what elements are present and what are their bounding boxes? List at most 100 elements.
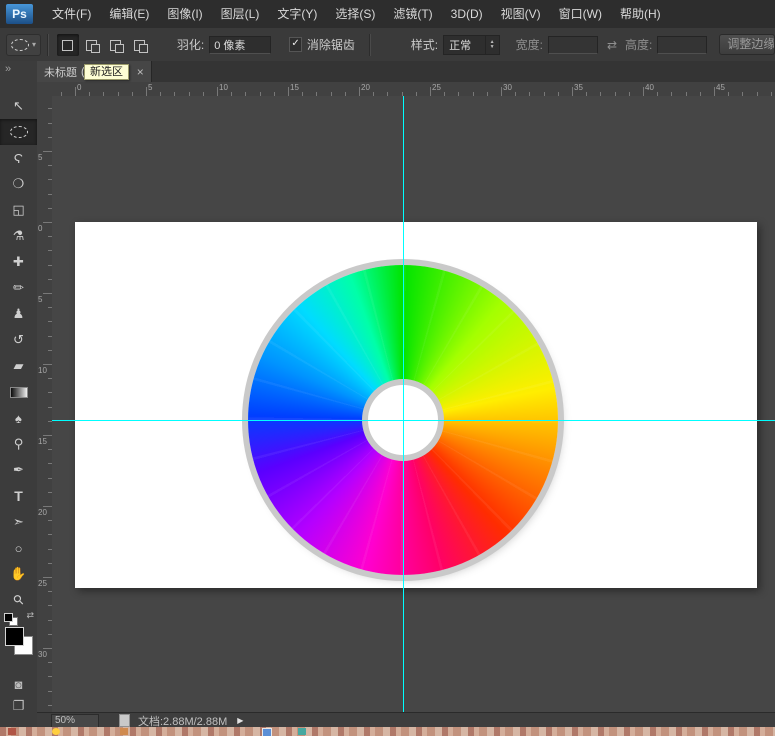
menu-item-4[interactable]: 图层(L) — [212, 0, 269, 28]
default-colors-icon[interactable] — [4, 613, 18, 625]
canvas-viewport[interactable] — [52, 96, 775, 712]
ruler-tick — [43, 506, 52, 507]
intersect-with-selection-button[interactable] — [129, 34, 151, 56]
zoom-level-field[interactable]: 50% — [51, 714, 99, 728]
document-tab-bar: 未标题 (RGB/8) * × 新选区 — [37, 61, 775, 83]
gradient-tool[interactable] — [0, 379, 37, 405]
document-status-icon — [119, 714, 130, 727]
style-dropdown[interactable]: 正常 ▲▼ — [443, 35, 500, 55]
screen-mode-button[interactable]: ❐ — [0, 695, 37, 717]
ruler-label: 30 — [503, 83, 512, 92]
menu-item-9[interactable]: 视图(V) — [492, 0, 550, 28]
ruler-tick — [714, 87, 715, 96]
hand-tool-icon: ✋ — [10, 566, 26, 582]
feather-input[interactable] — [209, 36, 271, 54]
taskbar-icon — [120, 728, 128, 735]
spinner-arrows-icon[interactable]: ▲▼ — [485, 36, 499, 54]
quick-mask-button[interactable]: ◙ — [0, 673, 37, 695]
ruler-tick — [43, 151, 52, 152]
menu-item-11[interactable]: 帮助(H) — [611, 0, 670, 28]
brush-tool[interactable]: ✏ — [0, 275, 37, 301]
quick-selection-tool[interactable]: ❍ — [0, 171, 37, 197]
intersect-with-selection-icon — [139, 44, 148, 53]
blur-tool[interactable]: ♠ — [0, 405, 37, 431]
ruler-label: 35 — [574, 83, 583, 92]
ruler-label: 0 — [77, 83, 81, 92]
subtract-from-selection-button[interactable] — [105, 34, 127, 56]
path-selection-tool[interactable]: ➣ — [0, 509, 37, 535]
ruler-label: 25 — [432, 83, 441, 92]
elliptical-marquee-tool[interactable] — [0, 119, 37, 145]
menu-item-8[interactable]: 3D(D) — [442, 0, 492, 28]
ruler-tick — [572, 87, 573, 96]
ruler-tick — [359, 87, 360, 96]
elliptical-marquee-icon — [11, 39, 29, 51]
antialias-checkbox[interactable]: ✓ — [289, 37, 302, 52]
type-tool[interactable]: T — [0, 483, 37, 509]
dodge-tool[interactable]: ⚲ — [0, 431, 37, 457]
menu-item-7[interactable]: 滤镜(T) — [384, 0, 441, 28]
refine-edge-button: 调整边缘 — [719, 34, 775, 55]
width-label: 宽度: — [516, 36, 543, 53]
ruler-corner — [37, 82, 53, 97]
tool-preset-picker[interactable]: ▾ — [6, 34, 41, 56]
brush-tool-icon: ✏ — [13, 280, 24, 296]
taskbar-icon — [298, 728, 306, 735]
ruler-tick — [430, 87, 431, 96]
ellipse-shape-tool[interactable]: ○ — [0, 535, 37, 561]
clone-stamp-tool-icon: ♟ — [13, 306, 25, 322]
healing-brush-tool-icon: ✚ — [13, 254, 24, 270]
close-icon[interactable]: × — [137, 65, 144, 79]
ruler-tick — [75, 87, 76, 96]
ruler-label: 5 — [38, 295, 42, 304]
subtract-from-selection-icon — [115, 44, 124, 53]
tab-title: 未标题 — [44, 64, 77, 80]
options-bar: ▾ 羽化: ✓ 消除锯齿 样式: 正常 ▲▼ 宽度: ⇄ 高度: 调整边缘 — [0, 28, 775, 62]
gradient-tool-icon — [10, 387, 28, 398]
new-selection-button[interactable] — [57, 34, 79, 56]
clone-stamp-tool[interactable]: ♟ — [0, 301, 37, 327]
eraser-tool[interactable]: ▰ — [0, 353, 37, 379]
crop-tool[interactable]: ◱ — [0, 197, 37, 223]
move-tool[interactable]: ↖ — [0, 93, 37, 119]
vertical-guide[interactable] — [403, 96, 404, 712]
ruler-tick — [43, 435, 52, 436]
ruler-tick — [43, 293, 52, 294]
pen-tool-icon: ✒ — [13, 462, 24, 478]
ruler-label: 40 — [645, 83, 654, 92]
desktop-wallpaper-strip — [0, 727, 775, 736]
ruler-tick — [43, 222, 52, 223]
crop-tool-icon: ◱ — [12, 202, 24, 218]
ruler-label: 10 — [38, 366, 47, 375]
ellipse-shape-tool-icon: ○ — [15, 541, 23, 556]
menu-item-10[interactable]: 窗口(W) — [550, 0, 611, 28]
vertical-ruler[interactable]: 5051015202530 — [37, 96, 53, 712]
wallpaper-texture — [0, 727, 775, 736]
add-to-selection-button[interactable] — [81, 34, 103, 56]
lasso-tool[interactable]: Ϛ — [0, 145, 37, 171]
horizontal-ruler[interactable]: 051015202530354045 — [52, 82, 775, 97]
pen-tool[interactable]: ✒ — [0, 457, 37, 483]
history-brush-tool[interactable]: ↺ — [0, 327, 37, 353]
ruler-label: 15 — [290, 83, 299, 92]
collapse-panel-button[interactable]: » — [5, 63, 11, 75]
healing-brush-tool[interactable]: ✚ — [0, 249, 37, 275]
menu-item-3[interactable]: 图像(I) — [158, 0, 211, 28]
eyedropper-tool[interactable]: ⚗ — [0, 223, 37, 249]
menu-item-2[interactable]: 编辑(E) — [100, 0, 158, 28]
menu-item-5[interactable]: 文字(Y) — [268, 0, 326, 28]
ruler-label: 30 — [38, 650, 47, 659]
horizontal-guide[interactable] — [52, 420, 775, 421]
swap-colors-icon[interactable]: ⇄ — [26, 610, 34, 621]
status-expand-arrow[interactable]: ▶ — [237, 716, 243, 725]
menu-item-1[interactable]: 文件(F) — [43, 0, 100, 28]
dodge-tool-icon: ⚲ — [14, 436, 24, 452]
foreground-color-swatch[interactable] — [5, 627, 24, 646]
ruler-label: 0 — [38, 224, 42, 233]
hand-tool[interactable]: ✋ — [0, 561, 37, 587]
zoom-tool-icon: ⚲ — [9, 591, 27, 609]
height-input — [657, 36, 707, 54]
menu-item-6[interactable]: 选择(S) — [326, 0, 384, 28]
tools-panel: » ↖ Ϛ❍ ◱ ⚗ ✚ ✏ ♟ ↺▰ ♠ ⚲ ✒ T ➣ ○ ✋ ⚲ ⇄ ◙ ❐ — [0, 61, 38, 727]
path-selection-tool-icon: ➣ — [13, 514, 24, 530]
